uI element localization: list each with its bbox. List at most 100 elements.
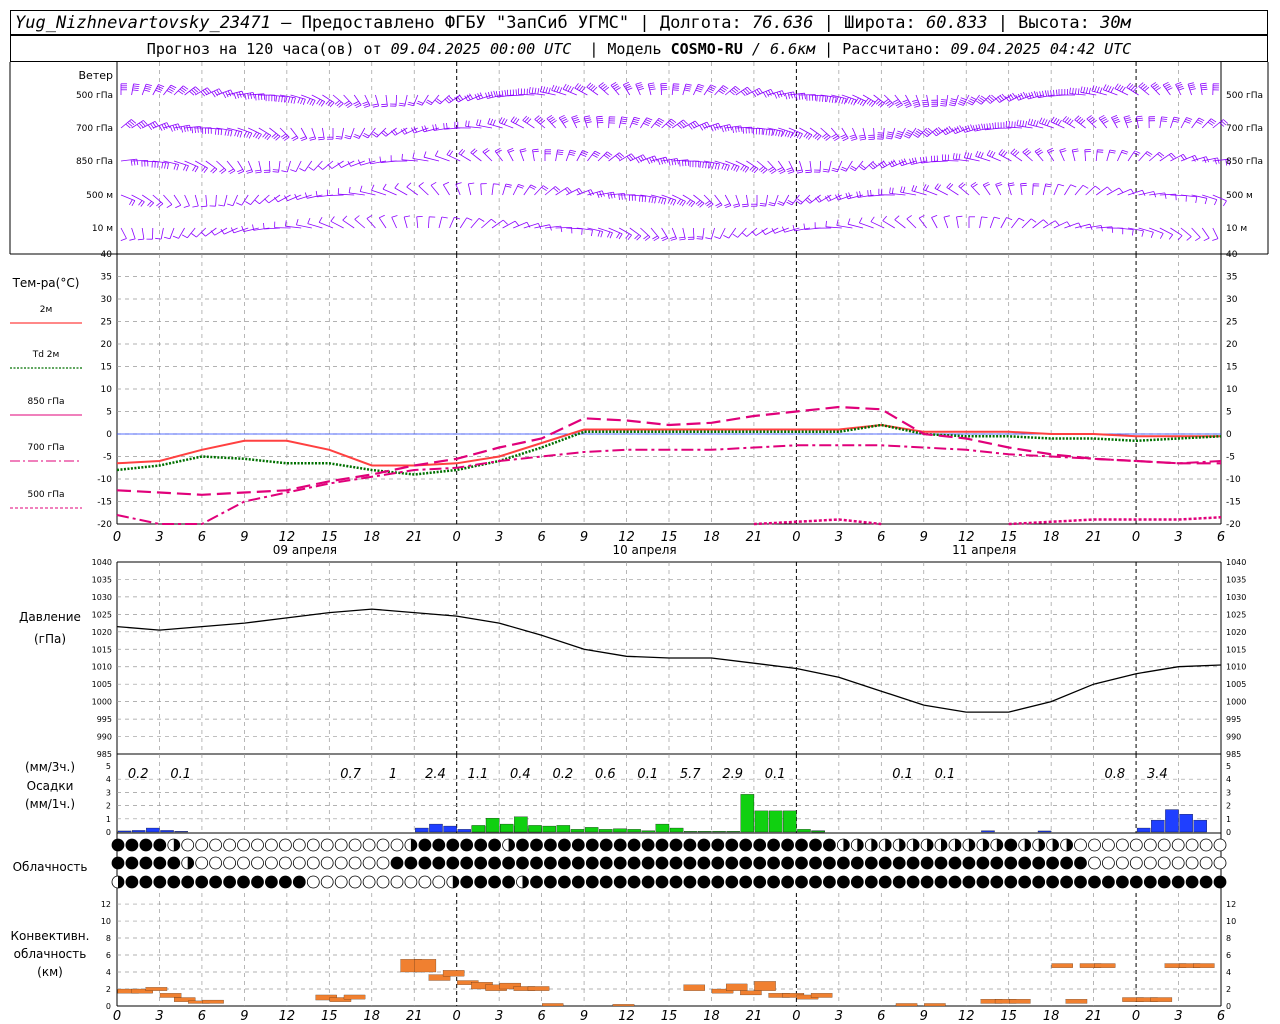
precip-bar-blue <box>146 827 160 833</box>
cloud-symbol <box>1143 875 1157 889</box>
wind-barb-flag <box>1102 84 1107 90</box>
cloud-symbol <box>334 856 348 870</box>
wind-barb-flag <box>244 93 247 100</box>
wind-barb-flag <box>887 131 894 134</box>
cloud-symbol <box>390 856 404 870</box>
pres-tick-left: 1020 <box>92 628 112 637</box>
cloud-symbol <box>697 856 711 870</box>
wind-barb-flag <box>721 126 724 133</box>
wind-barb-flag <box>456 95 461 102</box>
wind-barb-flag <box>943 215 950 218</box>
wind-barb-flag <box>234 130 237 137</box>
wind-barb-flag <box>290 169 297 172</box>
wind-barb-flag <box>144 87 151 90</box>
wind-barb-flag <box>1103 120 1109 124</box>
wind-barb-flag <box>681 201 686 207</box>
wind-barb-flag <box>741 203 749 206</box>
cloud-symbol <box>223 875 237 889</box>
wind-barb-shaft <box>693 84 699 96</box>
wind-barb-flag <box>133 85 140 87</box>
wind-barb-flag <box>168 88 174 92</box>
wind-barb-flag <box>372 105 379 108</box>
wind-barb-flag <box>133 159 136 166</box>
wind-barb-shaft <box>956 216 959 229</box>
wind-barb-flag <box>859 136 866 139</box>
wind-barb-flag <box>635 82 642 85</box>
wind-barb-flag <box>651 197 654 203</box>
hour-tick-label: 18 <box>703 1009 720 1024</box>
cloud-symbol <box>251 856 264 870</box>
wind-barb-flag <box>877 136 884 138</box>
precipitation-bars <box>117 794 1207 833</box>
wind-barb-flag <box>1122 149 1129 153</box>
cloud-symbol <box>585 856 599 870</box>
wind-barb-flag <box>699 161 702 168</box>
wind-barb-flag <box>532 148 539 151</box>
cloud-symbol <box>990 856 1004 870</box>
cloud-symbol <box>530 838 543 852</box>
wind-barb-shaft <box>828 160 832 173</box>
cloud-symbol <box>348 875 362 889</box>
cloud-symbol <box>251 838 264 852</box>
wind-barb-flag <box>1044 119 1048 126</box>
cloud-symbol <box>920 856 934 870</box>
wind-level-left: 850 гПа <box>76 157 113 167</box>
cloud-symbol <box>446 856 460 870</box>
wind-barb-flag <box>492 119 496 126</box>
wind-barb-flag <box>311 100 316 106</box>
wind-barb-flag <box>892 99 899 103</box>
cloud-symbol <box>837 875 850 889</box>
cloud-symbol <box>292 838 306 852</box>
wind-barb-flag <box>230 130 233 137</box>
wind-barb-flag <box>215 128 217 135</box>
wind-barb-flag <box>534 87 537 94</box>
cloud-symbol <box>1074 856 1087 870</box>
wind-barb-shaft <box>767 160 777 171</box>
convective-bar <box>810 993 833 998</box>
wind-barb-flag <box>408 101 415 105</box>
wind-barb-shaft <box>819 160 821 173</box>
wind-barb-flag <box>734 126 737 133</box>
wind-barb-flag <box>548 87 551 94</box>
wind-barb-flag <box>643 122 649 126</box>
wind-barb-flag <box>301 138 308 141</box>
wind-barb-flag <box>192 165 197 172</box>
wind-barb-flag <box>706 89 713 94</box>
wind-barb-flag <box>478 119 482 126</box>
convective-bar <box>683 984 705 991</box>
temp-series-500-гПа <box>1008 516 1222 526</box>
wind-barb-flag <box>958 101 965 104</box>
wind-barb-shaft <box>954 94 959 107</box>
precip-bar-blue <box>457 829 471 833</box>
wind-barb-flag <box>911 185 915 191</box>
wind-barb-shaft <box>555 149 558 162</box>
cloud-symbol <box>264 875 278 889</box>
cloud-symbol <box>1074 875 1087 889</box>
wind-barb-shaft <box>131 83 134 96</box>
wind-barb-shaft <box>841 127 849 139</box>
wind-barb-flag <box>490 118 494 125</box>
precip-3h-label: 0.1 <box>892 767 913 782</box>
hour-tick-label: 6 <box>877 1009 885 1024</box>
cloud-symbol <box>167 856 181 870</box>
precip-bar-green <box>740 794 755 833</box>
wind-barb-flag <box>556 153 563 155</box>
wind-barb-flag <box>886 135 893 138</box>
wind-barb-shaft <box>1180 227 1192 237</box>
wind-barb-flag <box>826 96 829 102</box>
convective-bar <box>202 999 224 1004</box>
wind-barb-flag <box>1045 183 1052 186</box>
cloud-symbol <box>376 875 390 889</box>
wind-barb-flag <box>847 218 851 225</box>
wind-barb-flag <box>366 214 373 219</box>
wind-barb-flag <box>841 166 848 170</box>
wind-barb-flag <box>1160 120 1167 122</box>
cloud-symbol <box>1143 856 1157 870</box>
wind-barb-flag <box>182 234 188 239</box>
precip-bar-blue <box>1165 809 1179 833</box>
wind-barb-shaft <box>160 227 164 240</box>
wind-barb-shaft <box>480 183 482 196</box>
hour-tick-label: 12 <box>958 1009 975 1024</box>
cloud-symbol <box>655 856 669 870</box>
cloud-symbol-half <box>927 839 934 851</box>
